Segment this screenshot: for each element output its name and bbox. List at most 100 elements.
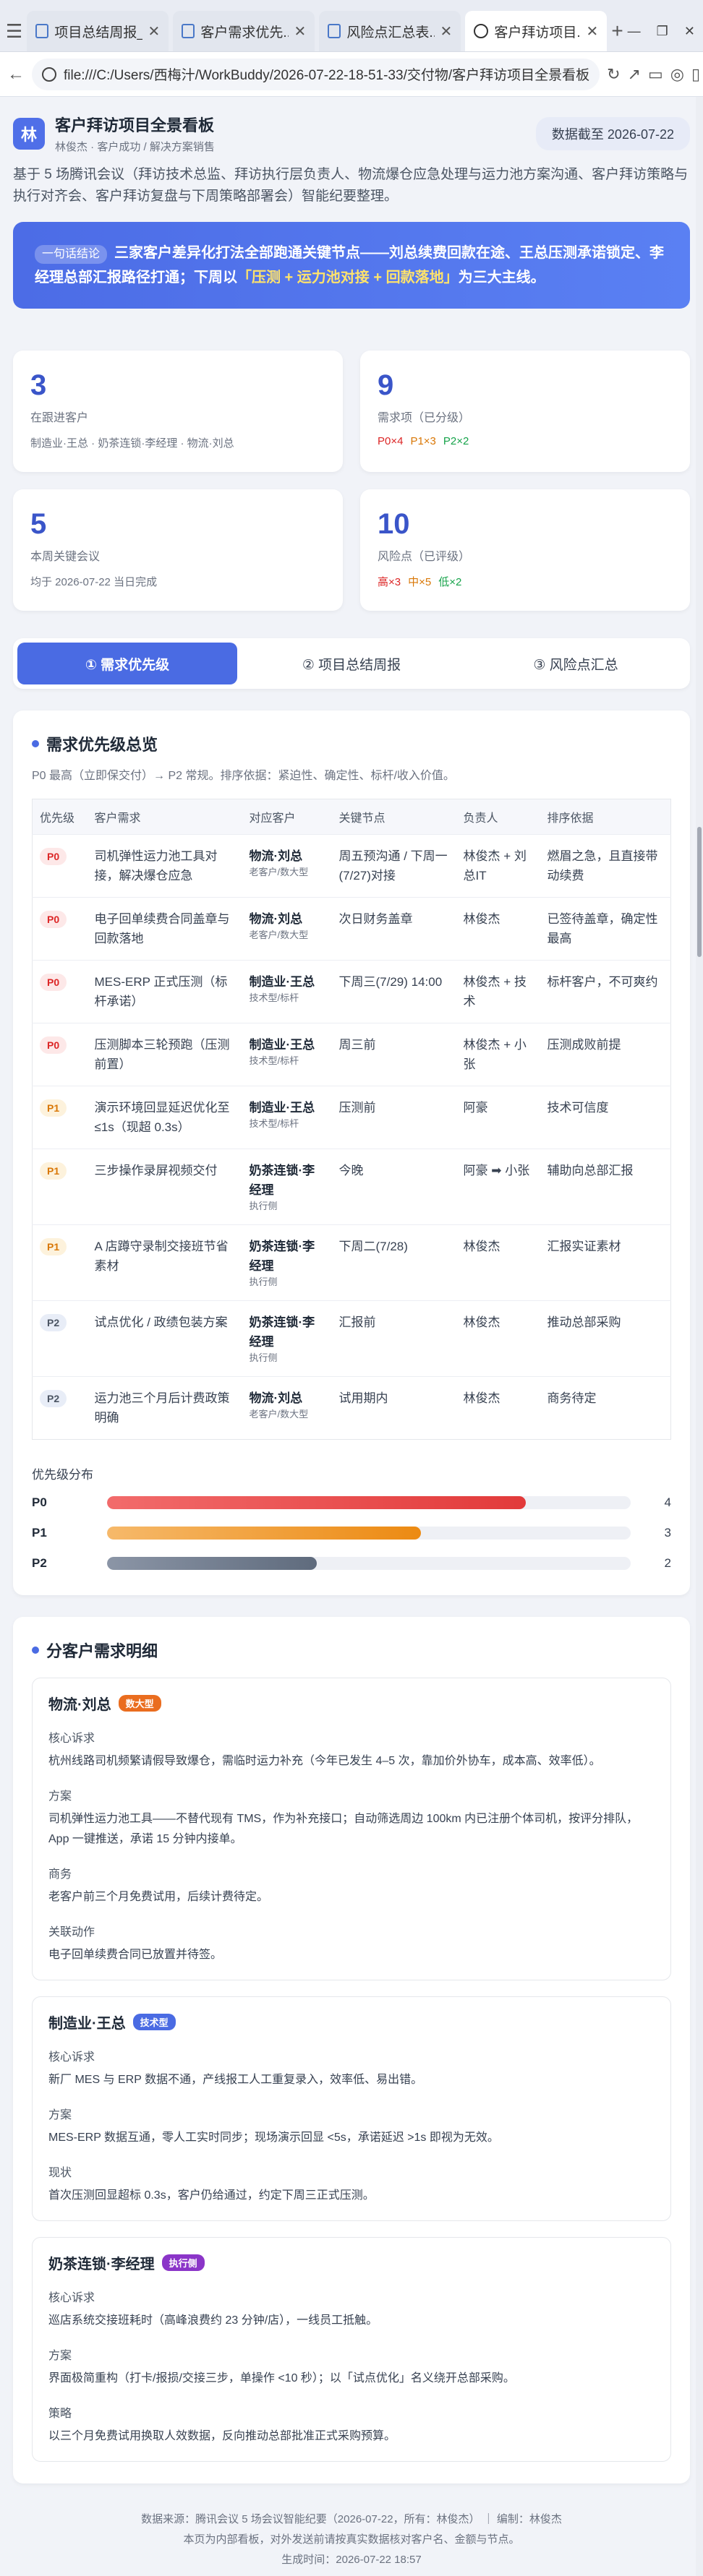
table-header-row: 优先级 客户需求 对应客户 关键节点 负责人 排序依据 bbox=[32, 799, 671, 835]
restore-icon[interactable]: ❐ bbox=[657, 24, 668, 39]
owner-cell: 林俊杰 bbox=[456, 1300, 540, 1377]
priority-distribution: P0 4 P1 3 P2 2 bbox=[32, 1493, 671, 1573]
browser-tab-4[interactable]: 客户拜访项目... ✕ bbox=[465, 11, 608, 51]
tab-title: 风险点汇总表... bbox=[346, 25, 435, 40]
priority-cell: P1 bbox=[32, 1224, 88, 1301]
sidebar-icon[interactable]: ▯ bbox=[691, 61, 700, 87]
page-content: 林 客户拜访项目全景看板 林俊杰 · 客户成功 / 解决方案销售 数据截至 20… bbox=[0, 97, 703, 2570]
detail-text: 电子回单续费合同已放置并待签。 bbox=[48, 1949, 223, 1961]
reload-icon[interactable]: ↻ bbox=[607, 61, 620, 87]
close-icon[interactable]: ✕ bbox=[440, 22, 453, 40]
detail-label: 核心诉求 bbox=[48, 2292, 95, 2304]
table-row: P0 MES-ERP 正式压测（标杆承诺） 制造业·王总 技术型/标杆 下周三(7/29… bbox=[32, 960, 671, 1023]
browser-tab-1[interactable]: 项目总结周报_... ✕ bbox=[27, 11, 169, 51]
intro-text: 基于 5 场腾讯会议（拜访技术总监、拜访执行层负责人、物流爆仓应急处理与运力池方… bbox=[13, 167, 689, 204]
detail-text: 老客户前三个月免费试用，后续计费待定。 bbox=[48, 1891, 269, 1903]
priority-badge: P0 bbox=[40, 848, 67, 865]
stat-card-risks: 10 风险点（已评级） 高×3 中×5 低×2 bbox=[360, 489, 690, 611]
page-scrollbar[interactable] bbox=[696, 97, 703, 2576]
distribution-fill bbox=[107, 1527, 422, 1540]
customer-name: 制造业·王总 bbox=[249, 1101, 315, 1115]
node-cell: 试用期内 bbox=[331, 1376, 456, 1440]
customer-card: 制造业·王总 技术型 核心诉求 新厂 MES 与 ERP 数据不通，产线报工人工重复录… bbox=[32, 1996, 671, 2221]
back-icon[interactable]: ← bbox=[7, 61, 25, 87]
stat-label: 在跟进客户 bbox=[30, 412, 89, 424]
detail-text: 杭州线路司机频繁请假导致爆仓，需临时运力补充（今年已发生 4–5 次，靠加价外协… bbox=[48, 1755, 601, 1767]
detail-label: 方案 bbox=[48, 2350, 72, 2362]
basis-cell: 汇报实证素材 bbox=[540, 1224, 671, 1301]
section-title-text: 需求优先级总览 bbox=[46, 736, 158, 754]
globe-icon bbox=[474, 24, 489, 38]
url-field[interactable]: file:///C:/Users/西梅汁/WorkBuddy/2026-07-2… bbox=[32, 58, 600, 90]
need-cell: MES-ERP 正式压测（标杆承诺） bbox=[87, 960, 242, 1023]
distribution-row: P0 4 bbox=[32, 1493, 671, 1513]
bullet-icon bbox=[32, 1647, 39, 1654]
banner-highlight: 「压测 + 运力池对接 + 回款落地」 bbox=[237, 270, 459, 285]
browser-tab-2[interactable]: 客户需求优先... ✕ bbox=[173, 11, 315, 51]
tab-weekly-report[interactable]: ② 项目总结周报 bbox=[242, 643, 461, 684]
detail-label: 现状 bbox=[48, 2167, 72, 2179]
tab-priority[interactable]: ① 需求优先级 bbox=[17, 643, 237, 684]
logo: 林 bbox=[13, 117, 45, 150]
close-icon[interactable]: ✕ bbox=[294, 22, 307, 40]
banner-tag: 一句话结论 bbox=[35, 245, 108, 264]
table-row: P2 运力池三个月后计费政策明确 物流·刘总 老客户/数大型 试用期内 林俊杰 商务待定 bbox=[32, 1376, 671, 1440]
detail-text: 以三个月免费试用换取人效数据，反向推动总部批准正式采购预算。 bbox=[48, 2430, 396, 2442]
close-icon[interactable]: ✕ bbox=[587, 22, 599, 40]
customer-cell: 奶茶连锁·李经理 执行侧 bbox=[242, 1149, 332, 1225]
node-cell: 下周二(7/28) bbox=[331, 1224, 456, 1301]
detail-text: 界面极简重构（打卡/报损/交接三步，单操作 <10 秒）；以「试点优化」名义绕开… bbox=[48, 2372, 515, 2384]
customer-tag: 技术型/标杆 bbox=[249, 1055, 299, 1066]
stats-grid: 3 在跟进客户 制造业·王总 · 奶茶连锁·李经理 · 物流·刘总 9 需求项（… bbox=[13, 351, 690, 611]
node-cell: 汇报前 bbox=[331, 1300, 456, 1377]
new-tab-button[interactable]: + bbox=[611, 11, 623, 51]
priority-badge: P0 bbox=[40, 911, 67, 928]
close-icon[interactable]: ✕ bbox=[148, 22, 161, 40]
page-subtitle: 林俊杰 · 客户成功 / 解决方案销售 bbox=[55, 141, 215, 153]
close-window-icon[interactable]: ✕ bbox=[684, 24, 695, 39]
browser-tab-3[interactable]: 风险点汇总表... ✕ bbox=[319, 11, 461, 51]
document-icon bbox=[328, 24, 341, 38]
need-cell: 压测脚本三轮预跑（压测前置） bbox=[87, 1023, 242, 1086]
distribution-track bbox=[107, 1527, 631, 1540]
basis-cell: 推动总部采购 bbox=[540, 1300, 671, 1377]
priority-cell: P0 bbox=[32, 1023, 88, 1086]
tab-title: 客户拜访项目... bbox=[494, 25, 581, 40]
world-icon[interactable]: ◎ bbox=[670, 61, 684, 87]
banner-text-end: 为三大主线。 bbox=[458, 270, 545, 285]
customer-card: 奶茶连锁·李经理 执行侧 核心诉求 巡店系统交接班耗时（高峰浪费约 23 分钟/店），… bbox=[32, 2237, 671, 2462]
need-cell: 试点优化 / 政绩包装方案 bbox=[87, 1300, 242, 1377]
owner-cell: 林俊杰 bbox=[456, 897, 540, 961]
menu-icon[interactable]: ☰ bbox=[6, 11, 22, 51]
basis-cell: 标杆客户，不可爽约 bbox=[540, 960, 671, 1023]
owner-cell: 林俊杰 bbox=[456, 1224, 540, 1301]
column-header: 关键节点 bbox=[331, 799, 456, 835]
tab-risks[interactable]: ③ 风险点汇总 bbox=[466, 643, 686, 684]
customer-tag: 老客户/数大型 bbox=[249, 929, 309, 940]
scrollbar-thumb[interactable] bbox=[697, 827, 702, 957]
customer-cell: 奶茶连锁·李经理 执行侧 bbox=[242, 1224, 332, 1301]
detail-text: 巡店系统交接班耗时（高峰浪费约 23 分钟/店），一线员工抵触。 bbox=[48, 2314, 378, 2327]
detail-label: 关联动作 bbox=[48, 1926, 95, 1939]
priority-badge: P1 bbox=[40, 1162, 67, 1180]
detail-label: 策略 bbox=[48, 2408, 72, 2420]
share-icon[interactable]: ↗ bbox=[628, 61, 641, 87]
need-cell: 司机弹性运力池工具对接，解决爆仓应急 bbox=[87, 834, 242, 898]
folder-icon[interactable]: ▭ bbox=[648, 61, 663, 87]
customer-name: 物流·刘总 bbox=[249, 1391, 303, 1405]
count-p0: P0×4 bbox=[378, 435, 404, 447]
customer-tag: 技术型/标杆 bbox=[249, 1118, 299, 1129]
priority-card: 需求优先级总览 P0 最高（立即保交付）→ P2 常规。排序依据：紧迫性、确定性… bbox=[13, 710, 690, 1595]
priority-cell: P0 bbox=[32, 960, 88, 1023]
document-icon bbox=[35, 24, 49, 38]
basis-cell: 商务待定 bbox=[540, 1376, 671, 1440]
customer-tag: 技术型/标杆 bbox=[249, 992, 299, 1003]
basis-cell: 技术可信度 bbox=[540, 1086, 671, 1149]
priority-cell: P2 bbox=[32, 1376, 88, 1440]
detail-label: 方案 bbox=[48, 1790, 72, 1803]
stat-label: 需求项（已分级） bbox=[378, 412, 471, 424]
priority-badge: P0 bbox=[40, 1036, 67, 1054]
customer-type-badge: 数大型 bbox=[118, 1695, 161, 1712]
customer-tag: 执行侧 bbox=[249, 1276, 278, 1287]
minimize-icon[interactable]: — bbox=[628, 24, 641, 39]
